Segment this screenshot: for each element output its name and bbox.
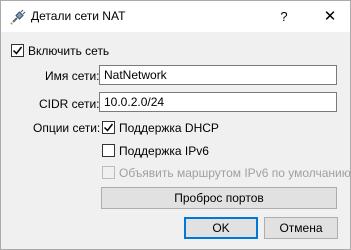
network-name-label: Имя сети:: [45, 69, 100, 83]
cidr-input[interactable]: 10.0.2.0/24: [99, 92, 337, 112]
cidr-label: CIDR сети:: [39, 97, 100, 111]
cancel-button[interactable]: Отмена: [264, 217, 338, 239]
enable-network-checkbox[interactable]: [11, 44, 24, 57]
dhcp-checkbox[interactable]: [102, 121, 115, 134]
title-bar[interactable]: Детали сети NAT ? ✕: [1, 1, 350, 32]
port-forwarding-button[interactable]: Проброс портов: [101, 187, 337, 209]
network-name-input[interactable]: NatNetwork: [99, 65, 337, 85]
dhcp-label[interactable]: Поддержка DHCP: [119, 121, 219, 135]
ipv6-checkbox[interactable]: [102, 144, 115, 157]
enable-network-label[interactable]: Включить сеть: [28, 44, 109, 58]
ipv6-label[interactable]: Поддержка IPv6: [119, 144, 209, 158]
checkmark-icon: [103, 123, 114, 132]
network-cable-icon: [10, 9, 26, 25]
close-button[interactable]: ✕: [315, 5, 345, 29]
network-options-label: Опции сети:: [33, 121, 101, 135]
nat-network-details-dialog: Детали сети NAT ? ✕ Включить сеть Имя се…: [0, 0, 351, 250]
ok-button[interactable]: OK: [184, 217, 258, 239]
ipv6-default-route-checkbox[interactable]: [102, 166, 115, 179]
checkmark-icon: [12, 46, 23, 55]
ipv6-default-route-label: Объявить маршрутом IPv6 по умолчанию: [119, 166, 351, 180]
dialog-title: Детали сети NAT: [31, 9, 126, 23]
help-button[interactable]: ?: [269, 5, 299, 29]
